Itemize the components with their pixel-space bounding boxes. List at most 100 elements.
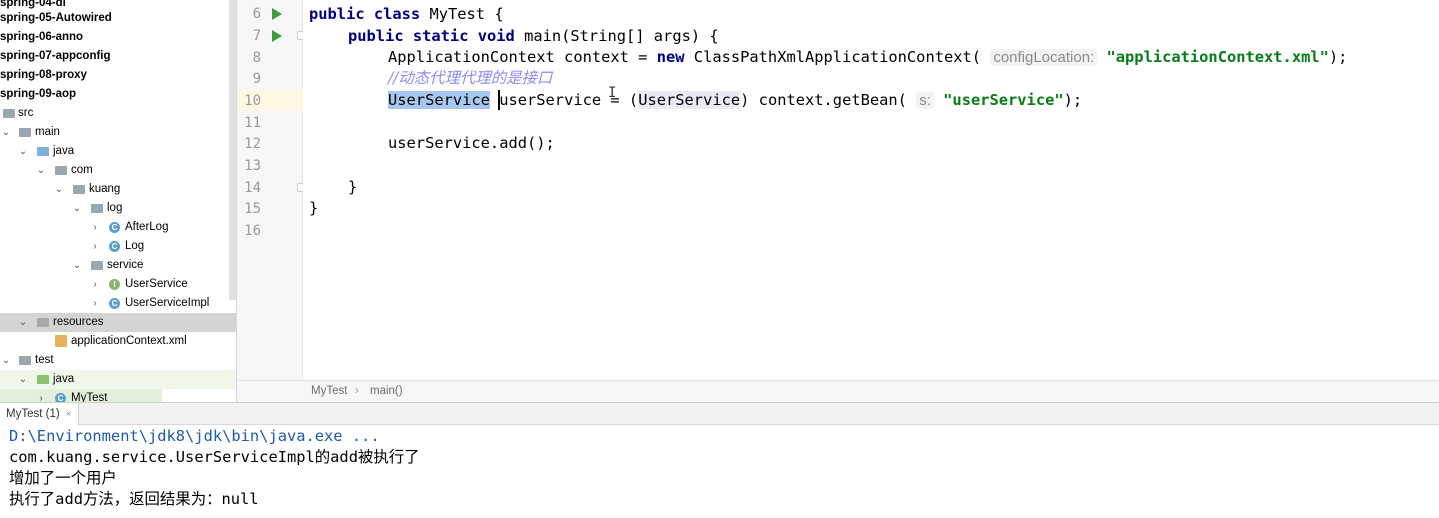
tree-item-spring-08-proxy[interactable]: spring-08-proxy — [0, 66, 229, 85]
run-main-icon[interactable] — [272, 30, 282, 42]
line-number: 7 — [252, 28, 261, 44]
tree-item-label: service — [107, 259, 144, 271]
run-tab-bar: MyTest (1) × — [0, 402, 1439, 425]
chevron-down-icon[interactable]: ⌄ — [72, 256, 82, 275]
line-number: 15 — [244, 201, 261, 217]
tree-item-label: resources — [53, 316, 104, 328]
tree-item-java[interactable]: ⌄ java — [0, 142, 229, 161]
tree-item-label: log — [107, 202, 123, 214]
tree-item-label: com — [71, 164, 93, 176]
package-icon — [91, 204, 103, 213]
folder-icon — [19, 128, 31, 137]
run-tab-mytest[interactable]: MyTest (1) × — [0, 403, 79, 425]
tree-item-label: src — [18, 107, 34, 119]
console-line: com.kuang.service.UserServiceImpl的add被执行… — [9, 448, 420, 466]
tree-item-userserviceimpl[interactable]: › C UserServiceImpl — [0, 294, 229, 313]
text-caret — [498, 90, 500, 110]
tree-item-log[interactable]: ⌄ log — [0, 199, 229, 218]
close-icon[interactable]: × — [66, 404, 72, 426]
chevron-down-icon[interactable]: ⌄ — [36, 161, 46, 180]
code-line-7: public static void main(String[] args) { — [348, 27, 719, 45]
tree-item-userservice[interactable]: › I UserService — [0, 275, 229, 294]
code-line-15: } — [309, 199, 319, 217]
package-icon — [55, 166, 67, 175]
chevron-down-icon[interactable]: ⌄ — [54, 180, 64, 199]
run-console[interactable]: D:\Environment\jdk8\jdk\bin\java.exe ...… — [0, 425, 1439, 518]
chevron-down-icon[interactable]: ⌄ — [1, 351, 11, 370]
xml-file-icon — [55, 335, 67, 347]
code-line-8: ApplicationContext context = new ClassPa… — [388, 48, 1348, 66]
tree-item-spring-07-appconfig[interactable]: spring-07-appconfig — [0, 47, 229, 66]
folder-icon — [19, 356, 31, 365]
tree-item-spring-05-autowired[interactable]: spring-05-Autowired — [0, 9, 229, 28]
tree-item-test-java[interactable]: ⌄ java — [0, 370, 236, 389]
code-line-14: } — [348, 178, 358, 196]
tree-item-label: MyTest — [71, 392, 108, 402]
tree-item-src[interactable]: src — [0, 104, 229, 123]
chevron-right-icon[interactable]: › — [90, 294, 100, 313]
tree-item-service[interactable]: ⌄ service — [0, 256, 229, 275]
chevron-right-icon[interactable]: › — [36, 389, 46, 402]
tree-item-spring-06-anno[interactable]: spring-06-anno — [0, 28, 229, 47]
folder-icon — [3, 109, 15, 118]
chevron-right-icon[interactable]: › — [90, 275, 100, 294]
class-icon: C — [55, 393, 66, 402]
chevron-down-icon[interactable]: ⌄ — [18, 370, 28, 389]
tree-item-label: spring-08-proxy — [0, 69, 87, 81]
line-number: 14 — [244, 180, 261, 196]
tree-item-label: Log — [125, 240, 145, 252]
tree-item-label: UserService — [125, 278, 188, 290]
tree-scrollbar[interactable] — [229, 0, 236, 300]
tree-item-label: java — [53, 145, 75, 157]
tree-item-label: java — [53, 373, 75, 385]
tree-item-label: spring-07-appconfig — [0, 50, 111, 62]
parameter-hint: configLocation: — [990, 49, 1098, 66]
tree-item-main[interactable]: ⌄ main — [0, 123, 229, 142]
class-icon: C — [109, 222, 120, 233]
line-number: 16 — [244, 223, 261, 239]
line-number: 13 — [244, 158, 261, 174]
code-line-10: UserService userService = (UserService) … — [388, 91, 1083, 109]
mouse-ibeam-cursor: I — [608, 85, 617, 101]
source-folder-icon — [37, 147, 49, 156]
resources-folder-icon — [37, 318, 49, 327]
breadcrumb-method[interactable]: main() — [370, 381, 403, 402]
tree-item-kuang[interactable]: ⌄ kuang — [0, 180, 229, 199]
class-icon: C — [109, 298, 120, 309]
chevron-down-icon[interactable]: ⌄ — [18, 142, 28, 161]
package-icon — [91, 261, 103, 270]
tree-item-label: test — [35, 354, 54, 366]
chevron-down-icon[interactable]: ⌄ — [72, 199, 82, 218]
code-line-9: //动态代理代理的是接口 — [388, 69, 553, 87]
code-line-6: public class MyTest { — [309, 5, 504, 23]
tree-item-mytest[interactable]: › C MyTest — [0, 389, 162, 402]
code-line-12: userService.add(); — [388, 134, 555, 152]
package-icon — [73, 185, 85, 194]
chevron-right-icon[interactable]: › — [90, 218, 100, 237]
tree-item-log-class[interactable]: › C Log — [0, 237, 229, 256]
tree-item-com[interactable]: ⌄ com — [0, 161, 229, 180]
tree-item-label: spring-06-anno — [0, 31, 84, 43]
line-number: 6 — [252, 6, 261, 22]
tree-item-afterlog[interactable]: › C AfterLog — [0, 218, 229, 237]
chevron-down-icon[interactable]: ⌄ — [18, 313, 28, 332]
line-number: 11 — [244, 115, 261, 131]
line-number: 12 — [244, 136, 261, 152]
chevron-right-icon[interactable]: › — [90, 237, 100, 256]
tree-item-label: UserServiceImpl — [125, 297, 210, 309]
tree-item-resources[interactable]: ⌄ resources — [0, 313, 236, 332]
tree-item-label: main — [35, 126, 60, 138]
tree-item-test[interactable]: ⌄ test — [0, 351, 229, 370]
line-number: 10 — [244, 93, 261, 109]
code-editor[interactable]: public class MyTest { public static void… — [303, 0, 1439, 380]
tree-item-label: kuang — [89, 183, 121, 195]
class-icon: C — [109, 241, 120, 252]
line-number: 9 — [252, 71, 261, 87]
breadcrumb: MyTest › main() — [237, 380, 1439, 402]
chevron-down-icon[interactable]: ⌄ — [1, 123, 11, 142]
tree-item-spring-09-aop[interactable]: spring-09-aop — [0, 85, 229, 104]
tree-item-label: applicationContext.xml — [71, 335, 187, 347]
run-class-icon[interactable] — [272, 8, 282, 20]
tree-item-applicationcontext-xml[interactable]: applicationContext.xml — [0, 332, 229, 351]
breadcrumb-class[interactable]: MyTest — [311, 381, 347, 402]
